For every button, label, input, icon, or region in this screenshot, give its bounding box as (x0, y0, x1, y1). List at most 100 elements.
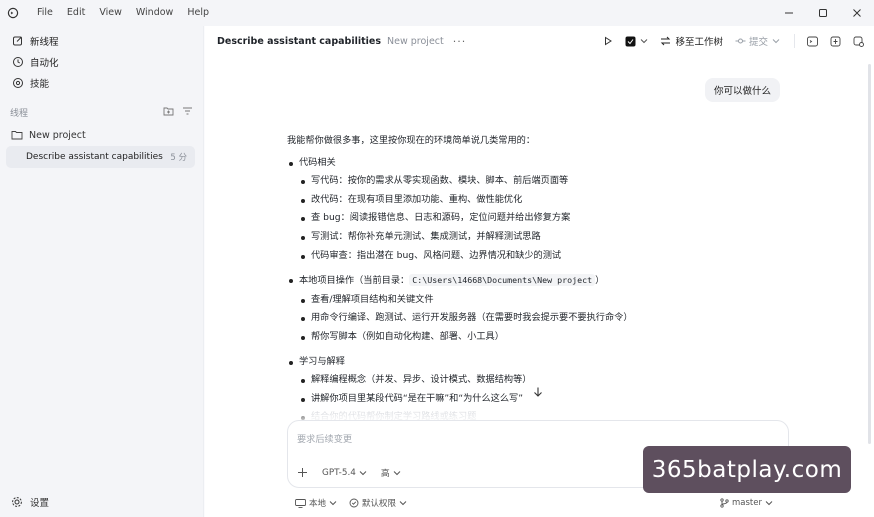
commit-button[interactable]: 提交 (735, 34, 780, 48)
monitor-icon (295, 498, 306, 508)
list-item: 本地项目操作（当前目录： C:\Users\14668\Documents\New… (287, 271, 707, 291)
menu-file[interactable]: File (30, 0, 60, 26)
header-actions: 移至工作树 提交 (591, 26, 864, 56)
chevron-down-icon (765, 501, 773, 506)
thread-title: Describe assistant capabilities (26, 152, 163, 162)
more-options-button[interactable]: ··· (453, 35, 467, 48)
project-name: New project (29, 129, 86, 141)
chevron-down-icon (393, 470, 401, 475)
run-button[interactable] (603, 36, 613, 46)
diff-panel-button[interactable] (830, 36, 841, 47)
new-folder-icon[interactable] (163, 106, 174, 119)
menu-window[interactable]: Window (129, 0, 180, 26)
chevron-down-icon (359, 470, 367, 475)
editor-select[interactable] (625, 36, 648, 47)
model-select[interactable]: GPT-5.4 (322, 468, 367, 478)
threads-section-title: 线程 (10, 108, 29, 119)
sidebar-item-label: 新线程 (30, 36, 59, 48)
sidebar-item-automation[interactable]: 自动化 (0, 51, 203, 72)
sidebar-item-label: 技能 (30, 78, 50, 90)
branch-select[interactable]: master (720, 498, 773, 508)
section-title-suffix: ） (595, 275, 605, 287)
threads-section-header: 线程 (0, 102, 203, 122)
menu-help[interactable]: Help (180, 0, 216, 26)
status-bar: 本地 默认权限 master (295, 495, 785, 511)
list-item: 查看/理解项目结构和关键文件 (287, 291, 707, 310)
list-item: 查 bug：阅读报错信息、日志和源码，定位问题并给出修复方案 (287, 209, 707, 228)
message-input[interactable]: 要求后续变更 (297, 431, 352, 445)
scroll-to-bottom-button[interactable] (532, 386, 544, 401)
new-thread-icon (11, 34, 25, 48)
list-item: 写代码：按你的需求从零实现函数、模块、脚本、前后端页面等 (287, 172, 707, 191)
panel-icon (853, 36, 864, 47)
list-item: 学习与解释 (287, 353, 707, 372)
plus-icon (298, 468, 307, 477)
composer-tools: GPT-5.4 高 (297, 466, 415, 479)
page-title: Describe assistant capabilities (217, 35, 382, 47)
maximize-button[interactable] (806, 0, 840, 26)
gear-icon (11, 496, 25, 508)
minimize-button[interactable] (772, 0, 806, 26)
git-branch-icon (720, 498, 729, 508)
toolbar-divider (794, 34, 795, 48)
play-icon (605, 36, 613, 46)
folder-icon (11, 130, 25, 140)
section-title-prefix: 本地项目操作（当前目录： (299, 275, 410, 287)
commit-label: 提交 (748, 37, 768, 48)
list-item: 代码审查：指出潜在 bug、风格问题、边界情况和缺少的测试 (287, 247, 707, 266)
environment-select[interactable]: 本地 (295, 497, 337, 509)
skills-icon (11, 76, 25, 90)
thread-age: 5 分 (170, 153, 187, 163)
diff-icon (830, 36, 841, 46)
branch-label: master (732, 498, 762, 508)
arrow-down-icon (534, 387, 542, 397)
list-item: 代码相关 (287, 154, 707, 173)
permission-select[interactable]: 默认权限 (349, 497, 407, 509)
thread-item-active[interactable]: Describe assistant capabilities 5 分 (6, 146, 195, 168)
menu-view[interactable]: View (92, 0, 129, 26)
menu-bar: File Edit View Window Help (30, 0, 216, 26)
reasoning-effort-select[interactable]: 高 (381, 466, 401, 479)
sidebar-item-label: 自动化 (30, 57, 59, 69)
chevron-down-icon (641, 39, 648, 44)
settings-button[interactable]: 设置 (11, 495, 49, 509)
scrollbar[interactable] (868, 64, 871, 444)
menu-edit[interactable]: Edit (60, 0, 92, 26)
move-to-worktree-button[interactable]: 移至工作树 (660, 34, 723, 48)
commit-icon (735, 38, 746, 44)
sidebar-item-new-thread[interactable]: 新线程 (0, 30, 203, 51)
list-item: 讲解你项目里某段代码“是在干嘛”和“为什么这么写” (287, 390, 707, 409)
list-item: 改代码：在现有项目里添加功能、重构、做性能优化 (287, 191, 707, 210)
terminal-toggle-button[interactable] (807, 36, 818, 47)
app-logo-icon (0, 0, 26, 26)
attach-button[interactable] (297, 467, 308, 478)
shield-icon (349, 498, 359, 508)
sidebar-item-skills[interactable]: 技能 (0, 72, 203, 93)
filter-icon[interactable] (182, 106, 193, 119)
chevron-down-icon (329, 501, 337, 506)
sidebar: 新线程 自动化 技能 线程 New project Describe assis… (0, 26, 204, 517)
list-item: 解释编程概念（并发、异步、设计模式、数据结构等） (287, 371, 707, 390)
title-bar: File Edit View Window Help (0, 0, 874, 26)
close-button[interactable] (840, 0, 874, 26)
window-controls (772, 0, 874, 26)
watermark-banner: 365batplay.com (643, 446, 851, 493)
user-message: 你可以做什么 (704, 78, 780, 102)
effort-label: 高 (380, 469, 390, 479)
list-item: 帮你写脚本（例如自动化构建、部署、小工具） (287, 328, 707, 347)
clock-icon (11, 55, 25, 69)
chevron-down-icon (772, 39, 780, 44)
directory-path: C:\Users\14668\Documents\New project (409, 274, 596, 287)
header-project-name: New project (387, 35, 444, 47)
answer-intro: 我能帮你做很多事，这里按你现在的环境简单说几类常用的： (287, 135, 536, 146)
side-panel-button[interactable] (853, 36, 864, 47)
assistant-message: 我能帮你做很多事，这里按你现在的环境简单说几类常用的： 代码相关 写代码：按你的… (287, 132, 707, 427)
swap-arrows-icon (661, 36, 671, 46)
thread-header: Describe assistant capabilities New proj… (205, 26, 874, 56)
list-item: 用命令行编译、跑测试、运行开发服务器（在需要时我会提示要不要执行命令） (287, 309, 707, 328)
main-panel: Describe assistant capabilities New proj… (205, 26, 874, 517)
chevron-down-icon (399, 501, 407, 506)
environment-label: 本地 (309, 499, 327, 509)
project-folder[interactable]: New project (0, 124, 203, 146)
permission-label: 默认权限 (362, 499, 397, 509)
